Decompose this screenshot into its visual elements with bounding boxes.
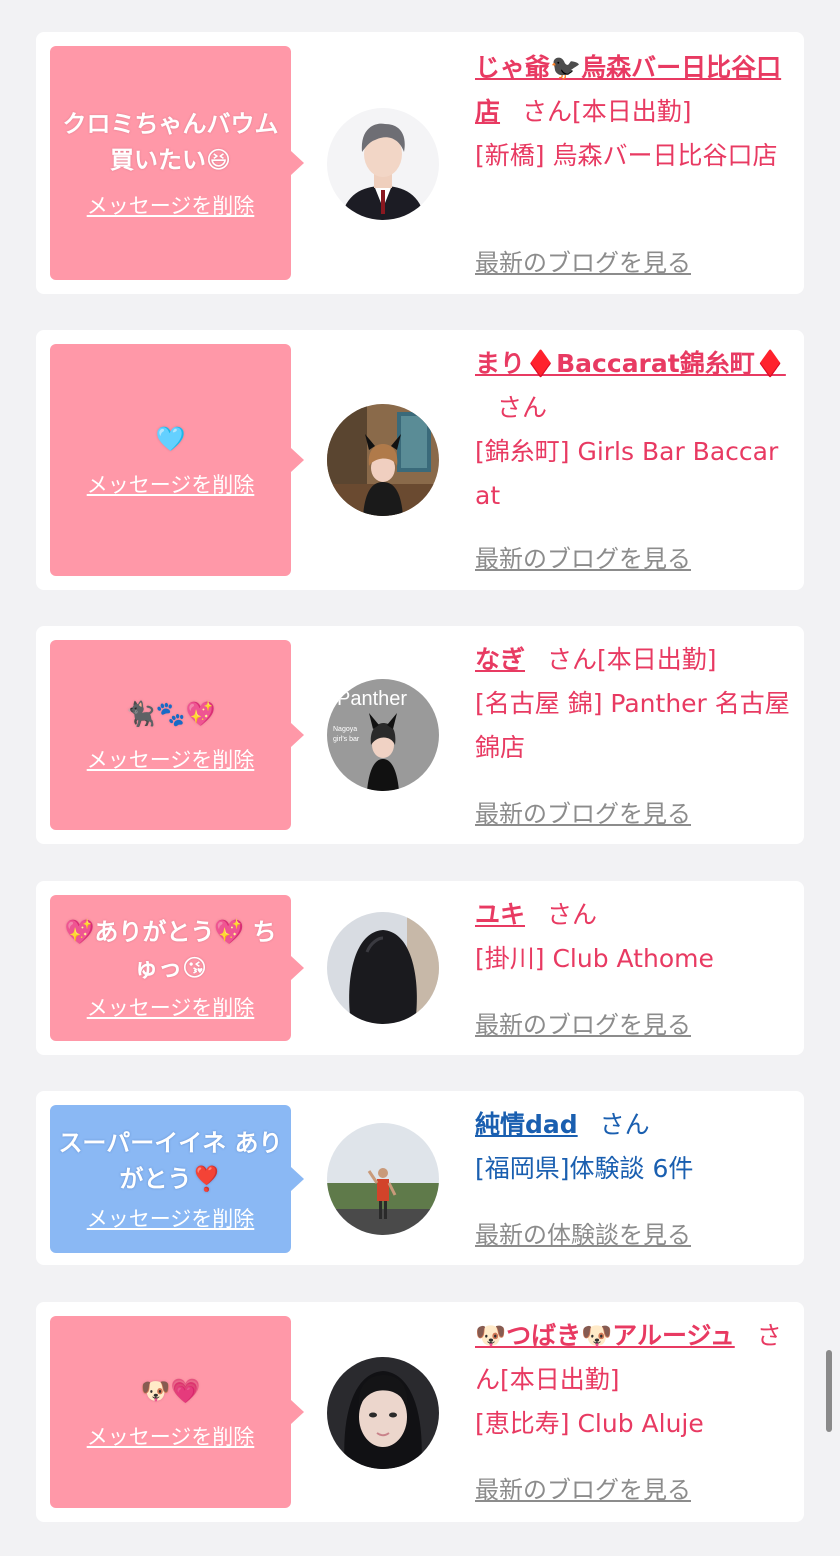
delete-message-link[interactable]: メッセージを削除	[87, 1421, 255, 1451]
message-text: 🩵	[155, 425, 186, 453]
honorific: さん	[522, 97, 573, 126]
message-bubble: 💖ありがとう💖 ちゅっ😘 メッセージを削除	[50, 895, 304, 1041]
honorific: さん	[547, 645, 598, 674]
delete-message-link[interactable]: メッセージを削除	[87, 744, 255, 774]
avatar[interactable]	[327, 1123, 439, 1235]
message-bubble: 🐈‍⬛🐾💖 メッセージを削除	[50, 640, 304, 830]
message-bubble: 🐶💗 メッセージを削除	[50, 1316, 304, 1508]
latest-blog-link[interactable]: 最新のブログを見る	[475, 243, 691, 278]
latest-blog-link[interactable]: 最新のブログを見る	[475, 1470, 691, 1505]
message-text: 🐈‍⬛🐾💖	[125, 700, 216, 728]
latest-blog-link[interactable]: 最新のブログを見る	[475, 1005, 691, 1040]
latest-blog-link[interactable]: 最新のブログを見る	[475, 794, 691, 829]
latest-blog-link[interactable]: 最新のブログを見る	[475, 539, 691, 574]
shop-location: [掛川] Club Athome	[475, 944, 714, 973]
avatar-logo-subtext: Nagoya	[333, 726, 357, 733]
avatar-man-suit-icon	[327, 108, 439, 220]
on-duty-badge: [本日出勤]	[597, 645, 717, 674]
avatar-panther-logo-icon: Panther Nagoya girl's bar	[327, 679, 439, 791]
message-bubble: スーパーイイネ ありがとう❣️ メッセージを削除	[50, 1105, 304, 1253]
sender-name-link[interactable]: 純情dad	[475, 1110, 578, 1139]
honorific: さん	[497, 393, 548, 422]
shop-location: [恵比寿] Club Aluje	[475, 1409, 704, 1438]
sender-info: 純情dad さん [福岡県]体験談 6件	[475, 1103, 793, 1191]
honorific: さん	[599, 1110, 650, 1139]
review-count: [福岡県]体験談 6件	[475, 1154, 694, 1183]
message-text: 💖ありがとう💖 ちゅっ😘	[64, 918, 277, 982]
message-bubble: クロミちゃんバウム買いたい😆 メッセージを削除	[50, 46, 304, 280]
avatar[interactable]	[327, 404, 439, 516]
message-text: 🐶💗	[140, 1377, 201, 1405]
message-card: 💖ありがとう💖 ちゅっ😘 メッセージを削除 ユキ さん [掛川] Club Ath…	[36, 881, 804, 1055]
message-card: クロミちゃんバウム買いたい😆 メッセージを削除 じゃ爺🐦‍⬛烏森バー日比谷口店さ…	[36, 32, 804, 294]
latest-review-link[interactable]: 最新の体験談を見る	[475, 1215, 691, 1250]
message-bubble: 🩵 メッセージを削除	[50, 344, 304, 576]
scrollbar[interactable]	[826, 1350, 832, 1432]
message-text: スーパーイイネ ありがとう❣️	[58, 1129, 283, 1193]
delete-message-link[interactable]: メッセージを削除	[87, 190, 255, 220]
sender-name-link[interactable]: 🐶つばき🐶アルージュ	[475, 1321, 735, 1350]
avatar-hair-back-icon	[327, 912, 439, 1024]
avatar-woman-room-icon	[327, 404, 439, 516]
sender-info: じゃ爺🐦‍⬛烏森バー日比谷口店 さん[本日出勤] [新橋] 烏森バー日比谷口店	[475, 46, 793, 178]
honorific: さん	[547, 900, 598, 929]
avatar[interactable]	[327, 912, 439, 1024]
sender-info: ユキ さん [掛川] Club Athome	[475, 893, 793, 981]
avatar-runner-park-icon	[327, 1123, 439, 1235]
message-card: 🩵 メッセージを削除 まり♦️Baccarat錦糸町♦️ さん [錦糸町] Gir…	[36, 330, 804, 590]
message-text: クロミちゃんバウム買いたい😆	[62, 110, 279, 174]
shop-location: [名古屋 錦] Panther 名古屋錦店	[475, 689, 790, 762]
sender-name-link[interactable]: ユキ	[475, 900, 525, 929]
avatar-logo-text: Panther	[337, 688, 407, 710]
sender-name-link[interactable]: なぎ	[475, 645, 525, 674]
message-card: 🐶💗 メッセージを削除 🐶つばき🐶アルージュ さん[本日出勤] [恵比寿] Clu…	[36, 1302, 804, 1522]
shop-location: [新橋] 烏森バー日比谷口店	[475, 141, 778, 170]
avatar-logo-subtext: girl's bar	[333, 736, 360, 743]
sender-info: なぎ さん[本日出勤] [名古屋 錦] Panther 名古屋錦店	[475, 638, 793, 770]
delete-message-link[interactable]: メッセージを削除	[87, 992, 255, 1022]
shop-location: [錦糸町] Girls Bar Baccarat	[475, 437, 779, 510]
avatar[interactable]	[327, 108, 439, 220]
avatar[interactable]	[327, 1357, 439, 1469]
on-duty-badge: [本日出勤]	[500, 1365, 620, 1394]
message-card: スーパーイイネ ありがとう❣️ メッセージを削除 純情dad さん [福岡県]体験…	[36, 1091, 804, 1265]
avatar-woman-portrait-icon	[327, 1357, 439, 1469]
avatar[interactable]: Panther Nagoya girl's bar	[327, 679, 439, 791]
delete-message-link[interactable]: メッセージを削除	[87, 469, 255, 499]
sender-info: まり♦️Baccarat錦糸町♦️ さん [錦糸町] Girls Bar Bacc…	[475, 342, 793, 518]
sender-name-link[interactable]: まり♦️Baccarat錦糸町♦️	[475, 349, 786, 378]
delete-message-link[interactable]: メッセージを削除	[87, 1203, 255, 1233]
message-card: 🐈‍⬛🐾💖 メッセージを削除 Panther Nagoya girl's bar…	[36, 626, 804, 844]
on-duty-badge: [本日出勤]	[572, 97, 692, 126]
sender-info: 🐶つばき🐶アルージュ さん[本日出勤] [恵比寿] Club Aluje	[475, 1314, 793, 1446]
